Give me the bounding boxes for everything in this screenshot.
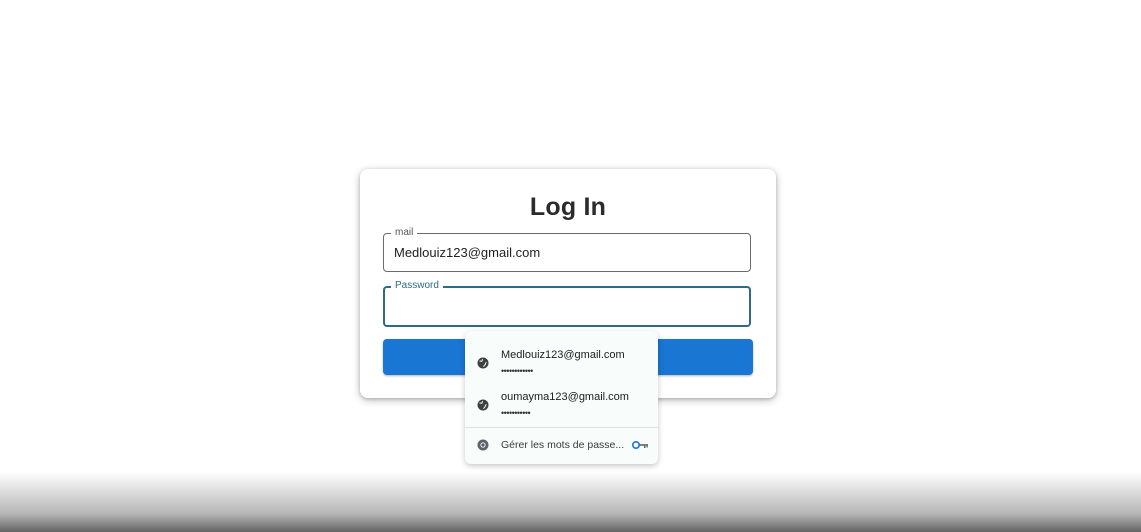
password-autofill-dropdown: Medlouiz123@gmail.com •••••••••••• oumay… (465, 331, 658, 464)
credential-email: oumayma123@gmail.com (501, 391, 629, 403)
credential-password-mask: •••••••••••• (501, 366, 533, 376)
manage-passwords-item[interactable]: Gérer les mots de passe... (465, 431, 658, 461)
chrome-icon (477, 439, 489, 451)
page-title: Log In (529, 193, 607, 221)
globe-icon (477, 399, 489, 411)
email-value[interactable]: Medlouiz123@gmail.com (394, 245, 540, 260)
password-field[interactable]: Password (383, 279, 751, 327)
saved-credential-item[interactable]: oumayma123@gmail.com ••••••••••• (465, 385, 658, 427)
key-icon (632, 441, 648, 449)
manage-passwords-label: Gérer les mots de passe... (501, 439, 625, 451)
saved-credential-item[interactable]: Medlouiz123@gmail.com •••••••••••• (465, 343, 658, 385)
dropdown-divider (465, 427, 658, 428)
credential-email: Medlouiz123@gmail.com (501, 349, 625, 361)
bottom-shadow-overlay (0, 472, 1141, 532)
email-label: mail (391, 226, 418, 240)
credential-password-mask: ••••••••••• (501, 408, 531, 418)
password-label: Password (391, 279, 443, 293)
email-field[interactable]: mail Medlouiz123@gmail.com (383, 226, 751, 272)
globe-icon (477, 357, 489, 369)
